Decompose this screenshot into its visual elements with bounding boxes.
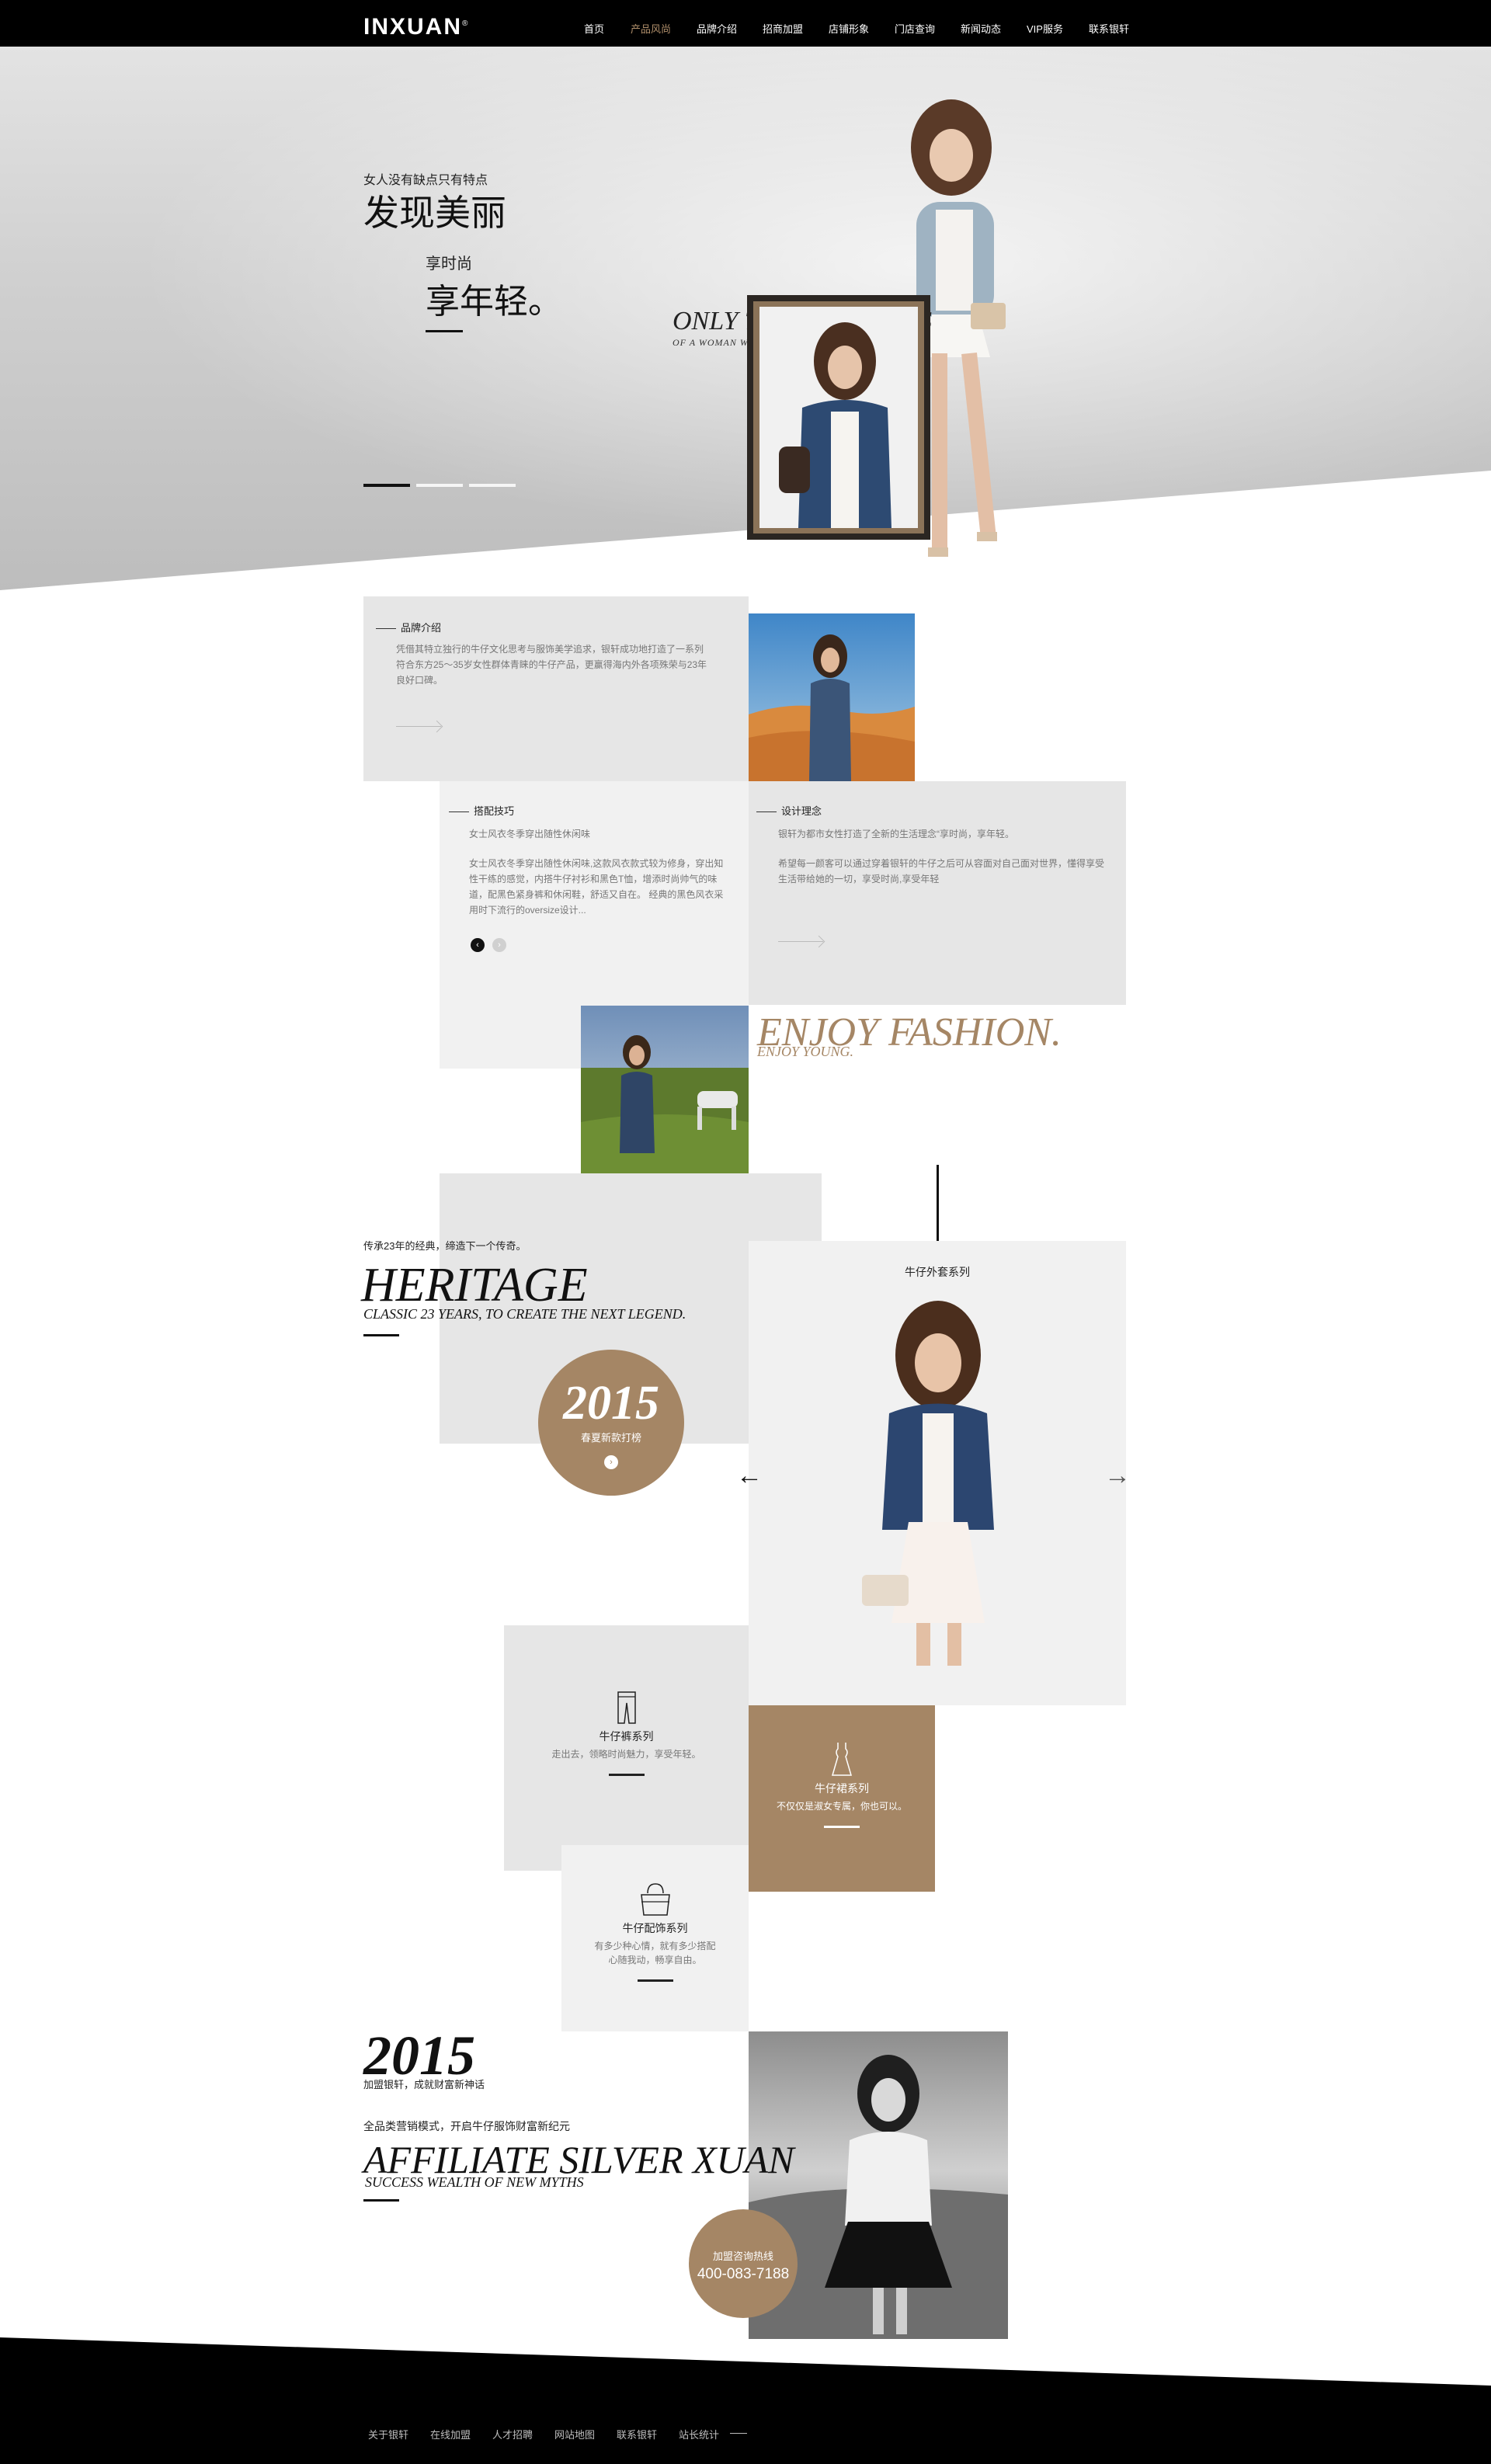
- category-accessories-desc-1: 有多少种心情，就有多少搭配: [594, 1941, 716, 1951]
- design-concept-title: 设计理念: [756, 803, 822, 818]
- nav-item-home[interactable]: 首页: [584, 21, 604, 36]
- nav-item-store-search[interactable]: 门店查询: [895, 21, 935, 36]
- savanna-model-image: [581, 1006, 749, 1173]
- series-title: 牛仔外套系列: [905, 1266, 970, 1278]
- heritage-english: CLASSIC 23 YEARS, TO CREATE THE NEXT LEG…: [363, 1306, 686, 1322]
- hero-title: 发现美丽: [363, 193, 506, 233]
- hotline-number: 400-083-7188: [697, 2266, 790, 2282]
- category-dress-title: 牛仔裙系列: [815, 1782, 869, 1795]
- new-season-badge[interactable]: 2015 春夏新款打榜 ›: [538, 1350, 684, 1496]
- new-season-go-button[interactable]: ›: [604, 1455, 618, 1469]
- affiliate-english: SUCCESS WEALTH OF NEW MYTHS: [365, 2174, 584, 2190]
- series-next-arrow-icon[interactable]: →: [1104, 1461, 1131, 1491]
- brand-intro-title: 品牌介绍: [376, 620, 441, 634]
- heritage-title: HERITAGE: [361, 1259, 588, 1312]
- styling-tips-text: 女士风衣冬季穿出随性休闲味,这款风衣款式较为修身，穿出知性干练的感觉，内搭牛仔衬…: [469, 858, 724, 916]
- nav-item-vip[interactable]: VIP服务: [1027, 21, 1063, 36]
- category-dress-bar: [824, 1826, 860, 1828]
- category-jeans-title: 牛仔裤系列: [599, 1730, 654, 1743]
- design-concept-text-1: 银轩为都市女性打造了全新的生活理念“享时尚，享年轻。: [778, 829, 1014, 839]
- vertical-divider: [937, 1165, 939, 1249]
- handbag-icon: [640, 1883, 670, 1916]
- footer-link-sitemap[interactable]: 网站地图: [554, 2427, 595, 2441]
- enjoy-fashion-subtitle: ENJOY YOUNG.: [757, 1044, 854, 1059]
- styling-tips-title: 搭配技巧: [449, 803, 514, 818]
- slide-indicator-2[interactable]: [416, 484, 463, 487]
- slide-indicator-3[interactable]: [469, 484, 516, 487]
- dress-icon: [832, 1743, 852, 1776]
- footer: [0, 2337, 1491, 2464]
- jeans-icon: [617, 1691, 636, 1724]
- affiliate-year-subtitle: 加盟银轩，成就财富新神话: [363, 2079, 485, 2090]
- brand-logo[interactable]: INXUAN®: [363, 14, 469, 40]
- hero-divider: [426, 330, 463, 332]
- nav-item-contact[interactable]: 联系银轩: [1089, 21, 1129, 36]
- franchise-hotline-badge[interactable]: 加盟咨询热线 400-083-7188: [689, 2209, 798, 2318]
- footer-link-contact[interactable]: 联系银轩: [617, 2427, 657, 2441]
- category-accessories-bar: [637, 1979, 673, 1982]
- hero-title-2: 享年轻。: [426, 283, 562, 321]
- category-accessories-tile[interactable]: 牛仔配饰系列 有多少种心情，就有多少搭配 心随我动，畅享自由。: [561, 1845, 749, 2031]
- new-season-caption: 春夏新款打榜: [580, 1432, 641, 1444]
- series-model-image: [862, 1301, 994, 1666]
- affiliate-subtitle: 全品类营销模式，开启牛仔服饰财富新纪元: [363, 2120, 570, 2132]
- styling-prev-button[interactable]: ‹: [471, 938, 485, 952]
- hotline-label: 加盟咨询热线: [712, 2250, 773, 2262]
- series-prev-arrow-icon[interactable]: ←: [736, 1461, 763, 1491]
- category-dress-desc: 不仅仅是淑女专属，你也可以。: [776, 1801, 907, 1812]
- footer-link-join-online[interactable]: 在线加盟: [430, 2427, 471, 2441]
- category-jeans-bar: [608, 1774, 645, 1776]
- category-dress-tile[interactable]: 牛仔裙系列 不仅仅是淑女专属，你也可以。: [749, 1705, 935, 1892]
- brand-intro-text: 凭借其特立独行的牛仔文化思考与服饰美学追求，银轩成功地打造了一系列符合东方25～…: [396, 644, 707, 686]
- nav-item-news[interactable]: 新闻动态: [961, 21, 1001, 36]
- new-season-year: 2015: [563, 1377, 659, 1430]
- category-accessories-desc-2: 心随我动，畅享自由。: [608, 1955, 702, 1965]
- design-concept-text-2: 希望每一颜客可以通过穿着银轩的牛仔之后可从容面对自己面对世界，懂得享受生活带给她…: [778, 858, 1105, 884]
- heritage-divider: [363, 1334, 399, 1336]
- heritage-subtitle: 传承23年的经典，缔造下一个传奇。: [363, 1240, 527, 1252]
- styling-next-button[interactable]: ›: [492, 938, 506, 952]
- brand-intro-more-arrow[interactable]: [396, 726, 441, 727]
- category-jeans-tile[interactable]: 牛仔裤系列 走出去，领略时尚魅力，享受年轻。: [504, 1625, 749, 1871]
- desert-model-image: [749, 613, 915, 781]
- hero-subtitle-2: 享时尚: [426, 255, 472, 273]
- footer-link-stats[interactable]: 站长统计: [679, 2427, 719, 2441]
- styling-tips-lead: 女士风衣冬季穿出随性休闲味: [469, 829, 591, 839]
- design-more-arrow[interactable]: [778, 941, 823, 942]
- category-accessories-title: 牛仔配饰系列: [622, 1922, 688, 1934]
- footer-dash: [730, 2433, 747, 2434]
- nav-item-store-image[interactable]: 店铺形象: [829, 21, 869, 36]
- footer-link-about[interactable]: 关于银轩: [368, 2427, 408, 2441]
- affiliate-divider: [363, 2199, 399, 2202]
- hero-framed-model-image: [759, 307, 918, 528]
- nav-item-brand[interactable]: 品牌介绍: [697, 21, 737, 36]
- category-jeans-desc: 走出去，领略时尚魅力，享受年轻。: [551, 1749, 701, 1760]
- footer-link-careers[interactable]: 人才招聘: [492, 2427, 533, 2441]
- slide-indicator-1[interactable]: [363, 484, 410, 487]
- nav-item-products[interactable]: 产品风尚: [631, 21, 671, 36]
- nav-item-franchise[interactable]: 招商加盟: [763, 21, 803, 36]
